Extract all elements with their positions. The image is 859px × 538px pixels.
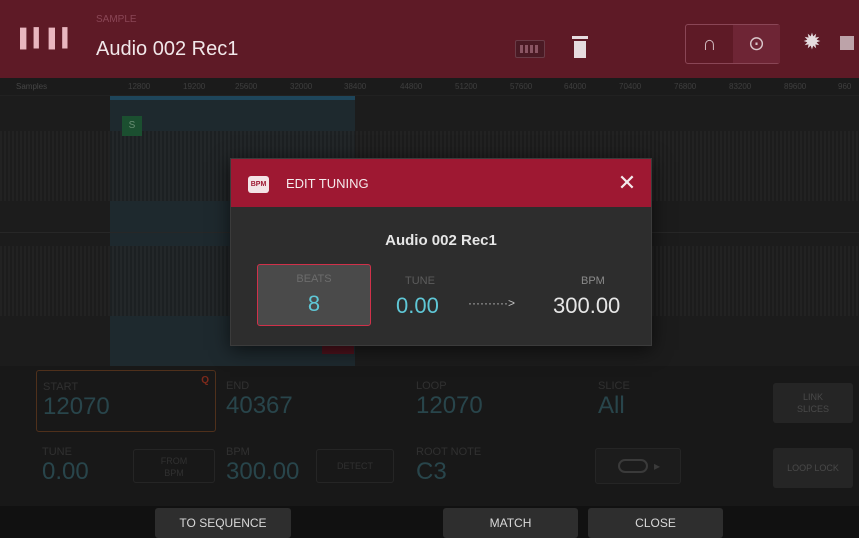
dialog-bpm-label: BPM xyxy=(581,275,605,287)
beats-value: 8 xyxy=(307,291,321,316)
gear-icon[interactable]: ✹ xyxy=(800,30,824,54)
keyboard-icon[interactable] xyxy=(515,40,545,58)
close-icon[interactable]: ✕ xyxy=(615,171,639,195)
battery-icon xyxy=(840,36,854,50)
header-bar: ▌▍▌▍ SAMPLE Audio 002 Rec1 ∩ ⊙ ✹ xyxy=(0,0,859,78)
beats-label: BEATS xyxy=(296,273,332,285)
trash-icon[interactable] xyxy=(572,36,588,58)
bpm-icon: BPM xyxy=(248,176,269,193)
headphones-icon[interactable]: ∩ xyxy=(686,25,733,63)
close-button[interactable]: CLOSE xyxy=(588,508,723,538)
sample-title[interactable]: Audio 002 Rec1 xyxy=(96,38,238,61)
header-subtitle: SAMPLE xyxy=(96,14,137,25)
dialog-tune-value: 0.00 xyxy=(396,293,439,318)
dialog-sample-name: Audio 002 Rec1 xyxy=(385,232,497,249)
conversion-arrow: ··········> xyxy=(468,296,515,310)
to-sequence-button[interactable]: TO SEQUENCE xyxy=(155,508,291,538)
match-button[interactable]: MATCH xyxy=(443,508,578,538)
playback-button-group: ∩ ⊙ xyxy=(685,24,780,64)
play-search-icon[interactable]: ⊙ xyxy=(733,25,780,63)
beats-field[interactable]: BEATS 8 xyxy=(257,264,371,326)
dialog-tune-label: TUNE xyxy=(405,275,435,287)
waveform-app-icon[interactable]: ▌▍▌▍ xyxy=(20,28,76,52)
dialog-header: BPM EDIT TUNING ✕ xyxy=(231,159,651,207)
footer-bar: TO SEQUENCE MATCH CLOSE xyxy=(0,506,859,538)
screen: ▌▍▌▍ SAMPLE Audio 002 Rec1 ∩ ⊙ ✹ Samples… xyxy=(0,0,859,538)
edit-tuning-dialog: BPM EDIT TUNING ✕ Audio 002 Rec1 BEATS 8… xyxy=(230,158,652,346)
dialog-bpm-value: 300.00 xyxy=(553,293,621,318)
dialog-title: EDIT TUNING xyxy=(286,176,369,191)
